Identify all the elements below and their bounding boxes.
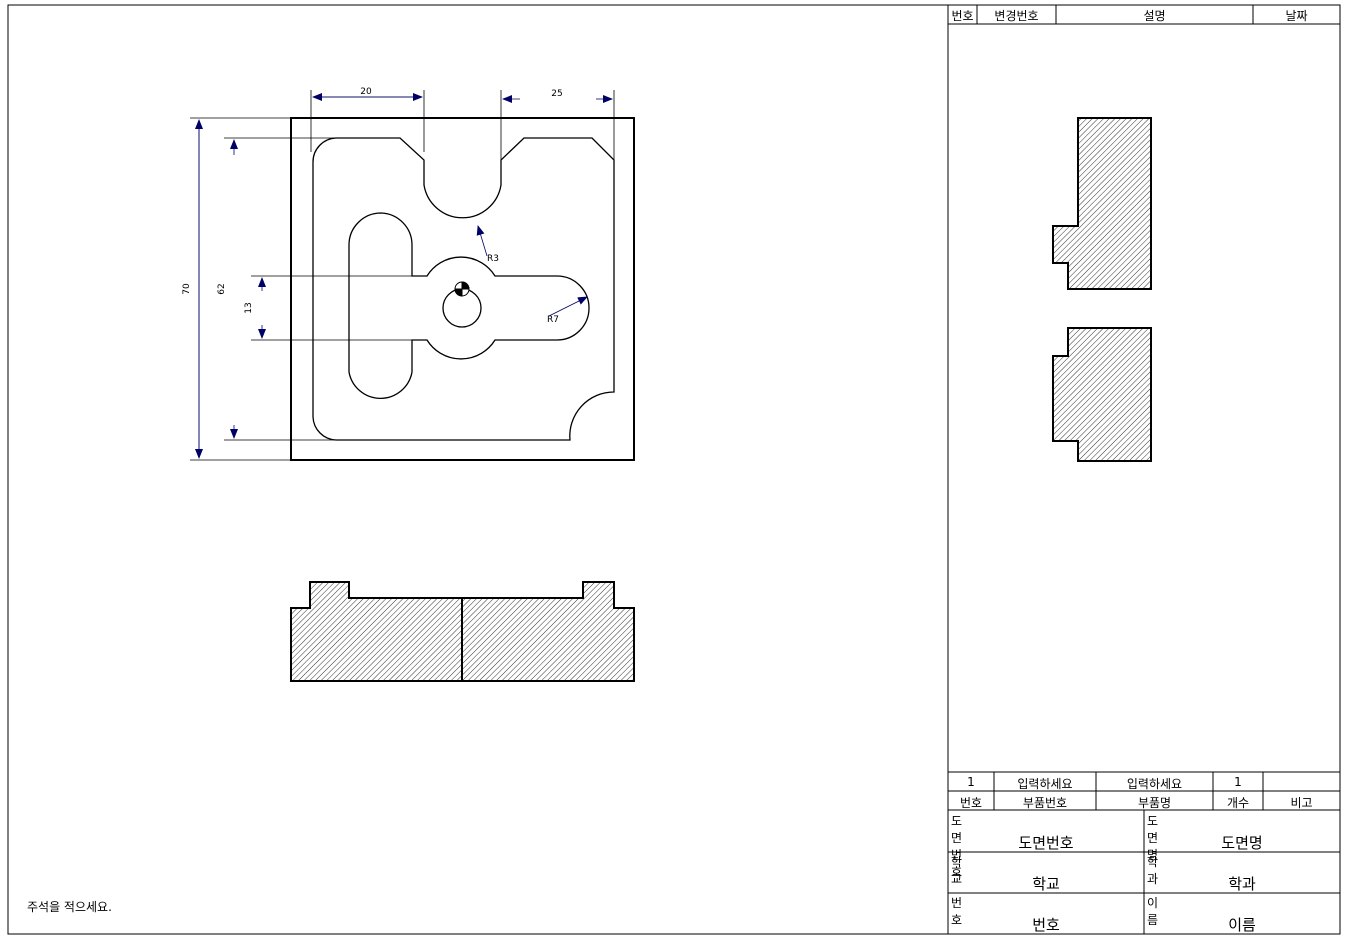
section-view bbox=[290, 581, 635, 682]
dim-radius-small: R3 bbox=[487, 254, 499, 264]
number-value: 번호 bbox=[1032, 916, 1060, 934]
dimension-lines bbox=[190, 90, 615, 461]
side-view-lower bbox=[1052, 327, 1152, 462]
part-header-qty: 개수 bbox=[1226, 796, 1250, 810]
slot-cross-outline bbox=[348, 212, 590, 399]
annotation-note: 주석을 적으세요. bbox=[27, 900, 112, 914]
rev-header-no: 번호 bbox=[951, 9, 974, 23]
part-row-part-name: 입력하세요 bbox=[1126, 777, 1183, 791]
side-view-upper bbox=[1052, 117, 1152, 290]
part-row-part-no: 입력하세요 bbox=[1017, 777, 1073, 791]
part-row-no: 1 bbox=[967, 775, 975, 789]
part-header-no: 번호 bbox=[959, 796, 983, 810]
name-value: 이름 bbox=[1228, 916, 1256, 934]
dim-inner-height: 62 bbox=[217, 283, 227, 294]
rev-header-description: 설명 bbox=[1143, 9, 1166, 23]
part-header-part-name: 부품명 bbox=[1137, 796, 1172, 810]
front-view bbox=[290, 117, 635, 461]
drawing-no-value: 도면번호 bbox=[1018, 834, 1074, 852]
dim-slot-height: 13 bbox=[244, 302, 254, 313]
dim-radius-large: R7 bbox=[547, 315, 559, 325]
dim-top-left: 20 bbox=[360, 87, 372, 97]
part-row-qty: 1 bbox=[1234, 775, 1242, 789]
part-header-remark: 비고 bbox=[1290, 796, 1313, 810]
rev-header-date: 날짜 bbox=[1285, 9, 1308, 23]
dim-top-right: 25 bbox=[551, 89, 562, 99]
part-header-part-no: 부품번호 bbox=[1022, 796, 1068, 810]
rev-header-change-no: 변경번호 bbox=[994, 9, 1039, 23]
dept-value: 학과 bbox=[1228, 875, 1256, 893]
school-value: 학교 bbox=[1032, 875, 1060, 893]
drawing-name-value: 도면명 bbox=[1221, 834, 1263, 852]
dim-overall-height: 70 bbox=[182, 283, 192, 295]
dimension-texts: 20 25 R3 R7 70 62 13 bbox=[182, 87, 563, 325]
